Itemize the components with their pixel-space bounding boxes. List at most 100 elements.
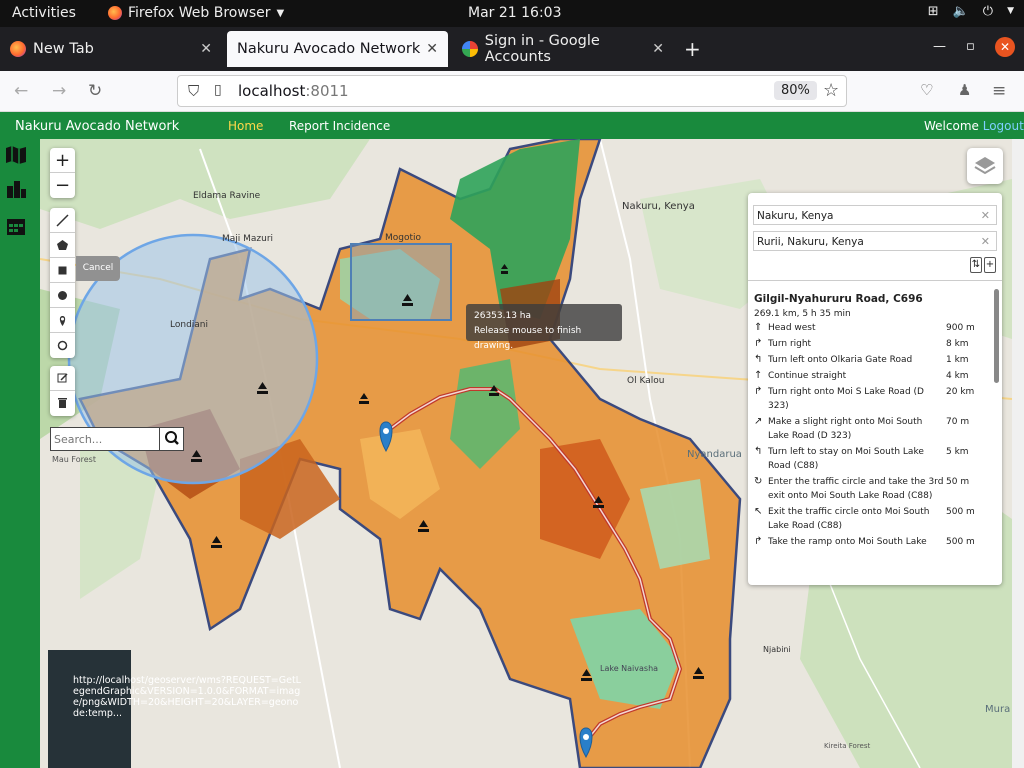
volume-icon: 🔈 [952,4,969,19]
route-step-distance: 5 km [946,447,969,457]
extension-icon[interactable]: ♟ [958,81,971,99]
menu-icon[interactable]: ≡ [992,81,1006,101]
draw-polyline-button[interactable] [50,208,75,233]
forward-button[interactable]: → [52,81,66,101]
route-step[interactable]: ↑ Continue straight 4 km [754,369,982,383]
firefox-icon [10,41,26,57]
pocket-icon[interactable]: ♡ [920,81,933,99]
app-menu[interactable]: Firefox Web Browser ▼ [108,5,284,21]
tab-google-sign-in[interactable]: Sign in - Google Accounts ✕ [452,31,668,67]
close-icon[interactable]: ✕ [652,41,664,57]
close-icon[interactable]: ✕ [426,41,438,57]
place-label: Njabini [763,645,791,654]
drawing-tooltip: 26353.13 ha Release mouse to finish draw… [466,304,622,351]
reverse-waypoints-button[interactable]: ⇅ [970,257,982,273]
tab-label: Sign in - Google Accounts [484,33,600,65]
navigation-bar: ← → ↻ ⛉ ▯ localhost:8011 80% ☆ ♡ ♟ ≡ [0,71,1024,112]
layer-switcher-button[interactable] [967,148,1003,184]
route-title: Gilgil-Nyahururu Road, C696 [754,293,923,305]
logout-link[interactable]: Logout [983,119,1024,133]
tab-label: New Tab [33,41,94,57]
clock[interactable]: Mar 21 16:03 [468,5,561,21]
turn-left-icon: ↰ [754,446,763,457]
clear-icon[interactable]: ✕ [981,235,990,248]
place-label: Nakuru, Kenya [622,201,695,212]
route-step[interactable]: ⇑ Head west 900 m [754,321,982,335]
zoom-out-button[interactable]: − [50,173,75,198]
city-icon[interactable] [5,178,27,200]
maximize-button[interactable]: ▫ [966,39,975,54]
route-step-distance: 500 m [946,507,975,517]
route-step[interactable]: ↱ Turn right 8 km [754,337,982,351]
place-label: Mogotio [385,233,422,243]
draw-circlemarker-button[interactable] [50,333,75,358]
cancel-drawing-button[interactable]: Cancel [76,256,120,281]
route-step-distance: 500 m [946,537,975,547]
delete-layers-button[interactable] [50,391,75,416]
reload-button[interactable]: ↻ [88,81,102,101]
nav-home[interactable]: Home [228,119,263,133]
map-icon[interactable] [5,144,27,166]
app-brand[interactable]: Nakuru Avocado Network [15,119,179,134]
turn-left-icon: ↰ [754,354,763,365]
page-scrollbar[interactable] [1012,139,1024,768]
back-button[interactable]: ← [14,81,28,101]
add-waypoint-button[interactable]: + [984,257,996,273]
app-name: Firefox Web Browser [128,5,271,21]
search-button[interactable] [160,427,184,451]
route-step[interactable]: ↱ Take the ramp onto Moi South Lake Road 5… [754,535,982,551]
welcome-text: Welcome Logout [924,119,1024,133]
tab-new-tab[interactable]: New Tab ✕ [0,31,222,67]
new-tab-button[interactable]: + [684,37,701,61]
minimize-button[interactable]: — [933,39,946,54]
draw-polygon-button[interactable] [50,233,75,258]
legend-text: http://localhost/geoserver/wms?REQUEST=G… [73,675,301,719]
place-label: Eldama Ravine [193,191,261,201]
star-icon[interactable]: ☆ [823,80,839,101]
shield-icon[interactable]: ⛉ [188,82,199,100]
route-step-text: Turn right onto Moi S Lake Road (D 323) [768,387,924,411]
route-step-text: Enter the traffic circle and take the 3r… [768,477,944,501]
activities-button[interactable]: Activities [12,5,76,21]
marker-icon [59,316,66,326]
route-step-distance: 4 km [946,371,969,381]
scrollbar[interactable] [994,289,999,383]
draw-rectangle-button[interactable] [50,258,75,283]
route-step[interactable]: ↰ Turn left to stay on Moi South Lake Roa… [754,445,982,473]
system-top-bar: Activities Firefox Web Browser ▼ Mar 21 … [0,0,1024,27]
route-origin-input[interactable]: Nakuru, Kenya ✕ [753,205,997,225]
route-step[interactable]: ↗ Make a slight right onto Moi South Lake… [754,415,982,443]
place-label: Kireita Forest [824,742,871,750]
turn-right-icon: ↱ [754,536,763,547]
zoom-control: + − [50,148,75,198]
straight-icon: ↑ [754,370,763,381]
route-step[interactable]: ↻ Enter the traffic circle and take the 3… [754,475,982,503]
route-step-text: Turn left to stay on Moi South Lake Road… [768,447,924,471]
route-step-distance: 900 m [946,323,975,333]
place-label: Lake Naivasha [600,664,659,673]
route-destination-input[interactable]: Rurii, Nakuru, Kenya ✕ [753,231,997,251]
url-text[interactable]: localhost:8011 [238,82,349,100]
route-instructions[interactable]: ⇑ Head west 900 m ↱ Turn right 8 km ↰ Turn left… [754,321,982,551]
close-icon[interactable]: ✕ [200,41,212,57]
url-bar[interactable]: ⛉ ▯ localhost:8011 80% ☆ [177,75,847,107]
draw-circle-button[interactable] [50,283,75,308]
system-tray[interactable]: ⊞ 🔈 ⏻ ▼ [928,4,1014,19]
draw-marker-button[interactable] [50,308,75,333]
map-canvas[interactable]: Nakuru, Kenya Eldama Ravine Maji Mazuri … [40,139,1012,768]
zoom-level[interactable]: 80% [774,81,817,100]
map-search [50,427,160,451]
route-step-text: Head west [768,323,816,333]
close-window-button[interactable]: ✕ [995,37,1015,57]
search-input[interactable] [51,428,159,451]
tab-nakuru-avocado-network[interactable]: Nakuru Avocado Network ✕ [227,31,448,67]
route-step[interactable]: ↰ Turn left onto Olkaria Gate Road 1 km [754,353,982,367]
route-step[interactable]: ↱ Turn right onto Moi S Lake Road (D 323)… [754,385,982,413]
clear-icon[interactable]: ✕ [981,209,990,222]
route-step[interactable]: ↖ Exit the traffic circle onto Moi South … [754,505,982,533]
zoom-in-button[interactable]: + [50,148,75,173]
nav-report-incidence[interactable]: Report Incidence [289,119,390,133]
calendar-icon[interactable] [5,215,27,237]
page-icon[interactable]: ▯ [214,82,222,98]
edit-layers-button[interactable] [50,366,75,391]
